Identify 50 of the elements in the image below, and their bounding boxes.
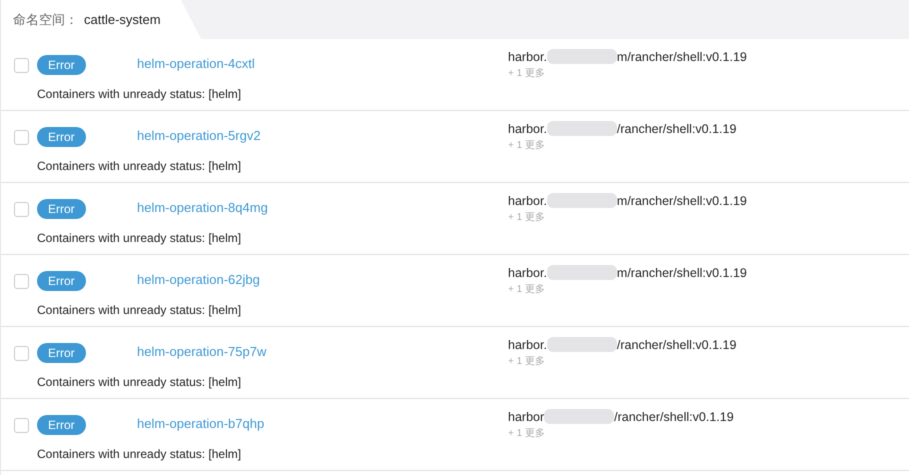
image-text: harbor.	[508, 194, 547, 208]
image-text: harbor.	[508, 266, 547, 280]
row-checkbox[interactable]	[14, 418, 29, 433]
redaction-mark	[546, 121, 617, 136]
redaction-mark	[546, 49, 617, 64]
pod-name-link[interactable]: helm-operation-75p7w	[137, 344, 266, 359]
status-badge: Error	[37, 127, 86, 147]
pod-name-link[interactable]: helm-operation-b7qhp	[137, 416, 264, 431]
status-message: Containers with unready status: [helm]	[37, 447, 242, 461]
row-checkbox[interactable]	[14, 346, 29, 361]
status-badge: Error	[37, 415, 86, 435]
row-checkbox[interactable]	[14, 58, 29, 73]
more-images-text: + 1 更多	[508, 355, 546, 368]
status-message: Containers with unready status: [helm]	[37, 375, 242, 389]
image-text: /rancher/shell:v0.1.19	[614, 410, 734, 424]
row-checkbox[interactable]	[14, 202, 29, 217]
status-message: Containers with unready status: [helm]	[37, 87, 242, 101]
image-text: harbor.	[508, 122, 547, 136]
status-message: Containers with unready status: [helm]	[37, 303, 242, 317]
redaction-mark	[546, 337, 617, 352]
redaction-mark	[546, 193, 617, 208]
more-images-text: + 1 更多	[508, 427, 546, 440]
pod-name-link[interactable]: helm-operation-4cxtl	[137, 56, 255, 71]
status-badge: Error	[37, 55, 86, 75]
image-text: harbor.	[508, 50, 547, 64]
status-badge: Error	[37, 343, 86, 363]
status-message: Containers with unready status: [helm]	[37, 159, 242, 173]
pod-name-link[interactable]: helm-operation-62jbg	[137, 272, 260, 287]
image-text: m/rancher/shell:v0.1.19	[616, 194, 747, 208]
row-checkbox[interactable]	[14, 274, 29, 289]
pod-name-link[interactable]: helm-operation-8q4mg	[137, 200, 268, 215]
image-text: m/rancher/shell:v0.1.19	[616, 266, 747, 280]
more-images-text: + 1 更多	[508, 67, 546, 80]
more-images-text: + 1 更多	[508, 283, 546, 296]
image-text: harbor.	[508, 338, 547, 352]
pod-name-link[interactable]: helm-operation-5rgv2	[137, 128, 261, 143]
more-images-text: + 1 更多	[508, 139, 546, 152]
status-message: Containers with unready status: [helm]	[37, 231, 242, 245]
image-text: harbor	[508, 410, 544, 424]
redaction-mark	[546, 265, 617, 280]
image-text: /rancher/shell:v0.1.19	[616, 122, 736, 136]
image-text: /rancher/shell:v0.1.19	[616, 338, 736, 352]
status-badge: Error	[37, 271, 86, 291]
image-text: m/rancher/shell:v0.1.19	[616, 50, 747, 64]
namespace-label: 命名空间：	[13, 10, 78, 28]
namespace-value: cattle-system	[84, 12, 161, 27]
status-badge: Error	[37, 199, 86, 219]
row-checkbox[interactable]	[14, 130, 29, 145]
more-images-text: + 1 更多	[508, 211, 546, 224]
redaction-mark	[544, 409, 614, 424]
